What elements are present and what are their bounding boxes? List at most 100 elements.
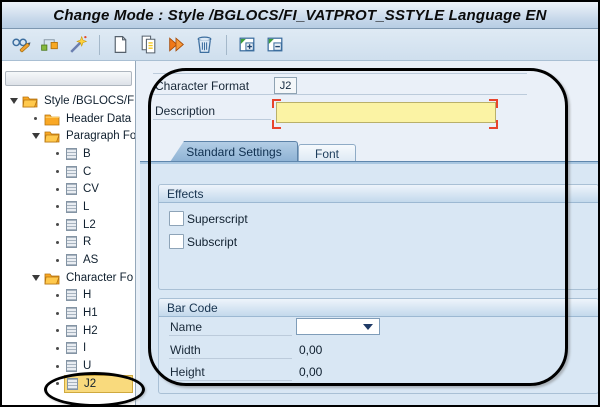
tree-node-format-i[interactable]: I — [3, 340, 135, 358]
activate-button[interactable] — [163, 32, 189, 58]
barcode-name-dropdown[interactable] — [296, 318, 380, 335]
superscript-label[interactable]: Superscript — [187, 212, 248, 226]
format-chip-icon — [66, 183, 77, 195]
format-chip-icon — [66, 166, 77, 178]
format-chip-icon — [66, 342, 77, 354]
format-chip-icon — [66, 307, 77, 319]
tree-node-format-h[interactable]: H — [3, 287, 135, 305]
leaf-bullet-icon — [51, 347, 64, 350]
tree-node-format-u[interactable]: U — [3, 357, 135, 375]
effects-group: Effects Superscript Subscript — [158, 184, 599, 290]
format-chip-icon — [66, 360, 77, 372]
tree-node-label: Header Data — [63, 113, 134, 125]
format-chip-icon — [66, 289, 77, 301]
tree-node-label: H2 — [80, 325, 101, 337]
tree-node-style-root[interactable]: Style /BGLOCS/F — [3, 92, 135, 110]
style-objects-icon — [39, 34, 60, 55]
expand-all-button[interactable] — [234, 32, 260, 58]
tree-node-label: L2 — [80, 219, 99, 231]
form-divider — [153, 73, 527, 74]
tree-node-label: C — [80, 166, 94, 178]
subscript-label[interactable]: Subscript — [187, 235, 237, 249]
delete-icon — [194, 34, 215, 55]
tree-node-format-r[interactable]: R — [3, 234, 135, 252]
sap-window: Change Mode : Style /BGLOCS/FI_VATPROT_S… — [0, 0, 600, 407]
tree-node-header-data[interactable]: Header Data — [3, 110, 135, 128]
leaf-bullet-icon — [51, 170, 64, 173]
tab-standard-settings[interactable]: Standard Settings — [170, 141, 298, 162]
tree-node-label: U — [80, 360, 94, 372]
leaf-bullet-icon — [51, 294, 64, 297]
barcode-width-value: 0,00 — [299, 343, 322, 357]
expander-open-icon[interactable] — [29, 133, 42, 139]
barcode-height-value: 0,00 — [299, 365, 322, 379]
format-chip-icon — [66, 148, 77, 160]
tree-node-format-c[interactable]: C — [3, 163, 135, 181]
leaf-bullet-icon — [51, 188, 64, 191]
create-icon — [110, 34, 131, 55]
style-objects-button[interactable] — [36, 32, 62, 58]
tree-node-label: H1 — [80, 307, 101, 319]
format-chip-icon — [66, 201, 77, 213]
description-label: Description — [155, 104, 215, 118]
tree-node-format-l2[interactable]: L2 — [3, 216, 135, 234]
expander-open-icon[interactable] — [29, 275, 42, 281]
leaf-bullet-icon — [51, 259, 64, 262]
tree-node-format-h2[interactable]: H2 — [3, 322, 135, 340]
tree-node-label: Character Fo — [63, 272, 135, 284]
display-change-button[interactable] — [8, 32, 34, 58]
tree-node-format-as[interactable]: AS — [3, 251, 135, 269]
tab-label: Font — [315, 147, 339, 161]
style-tree-panel: Style /BGLOCS/F Header Data Paragraph Fo… — [2, 61, 136, 405]
tree-node-label: I — [80, 342, 89, 354]
wand-button[interactable] — [64, 32, 90, 58]
leaf-bullet-icon — [51, 312, 64, 315]
tree-node-format-h1[interactable]: H1 — [3, 304, 135, 322]
leaf-bullet-icon — [51, 382, 64, 385]
tree-node-format-b[interactable]: B — [3, 145, 135, 163]
superscript-checkbox[interactable] — [169, 211, 184, 226]
selected-row-highlight[interactable]: J2 — [64, 375, 133, 393]
folder-open-icon — [44, 271, 60, 285]
format-chip-icon — [66, 325, 77, 337]
toolbar-separator — [99, 35, 100, 55]
subscript-checkbox[interactable] — [169, 234, 184, 249]
tree-node-format-j2-selected[interactable]: J2 — [3, 375, 135, 393]
copy-icon — [138, 34, 159, 55]
tree-node-format-l[interactable]: L — [3, 198, 135, 216]
tree-node-label: H — [80, 289, 94, 301]
tab-font[interactable]: Font — [298, 144, 356, 162]
tab-label: Standard Settings — [186, 145, 281, 159]
folder-closed-icon — [44, 112, 60, 126]
collapse-all-icon — [265, 34, 286, 55]
character-format-label: Character Format — [155, 79, 249, 93]
application-toolbar — [2, 29, 598, 61]
folder-open-icon — [44, 129, 60, 143]
tree-node-character-formats[interactable]: Character Fo — [3, 269, 135, 287]
form-divider — [169, 380, 292, 381]
leaf-bullet-icon — [51, 365, 64, 368]
tree-node-label: CV — [80, 183, 102, 195]
character-format-value-field[interactable]: J2 — [274, 77, 297, 94]
expander-open-icon[interactable] — [7, 98, 20, 104]
create-button[interactable] — [107, 32, 133, 58]
barcode-name-label: Name — [170, 320, 202, 334]
tree-node-label: R — [80, 236, 94, 248]
description-input[interactable] — [276, 102, 496, 123]
expand-all-icon — [237, 34, 258, 55]
leaf-bullet-icon — [51, 152, 64, 155]
tree-node-label: Style /BGLOCS/F — [41, 95, 135, 107]
delete-button[interactable] — [191, 32, 217, 58]
chevron-down-icon — [363, 324, 373, 330]
tree-node-paragraph-formats[interactable]: Paragraph Fo — [3, 127, 135, 145]
tree-node-format-cv[interactable]: CV — [3, 180, 135, 198]
copy-button[interactable] — [135, 32, 161, 58]
title-bar: Change Mode : Style /BGLOCS/FI_VATPROT_S… — [2, 2, 598, 29]
toolbar-separator — [226, 35, 227, 55]
tree-column-header — [5, 71, 132, 86]
tree-node-label: J2 — [81, 378, 99, 390]
collapse-all-button[interactable] — [262, 32, 288, 58]
tree-node-label: AS — [80, 254, 101, 266]
leaf-bullet-icon — [51, 329, 64, 332]
display-change-icon — [11, 34, 32, 55]
